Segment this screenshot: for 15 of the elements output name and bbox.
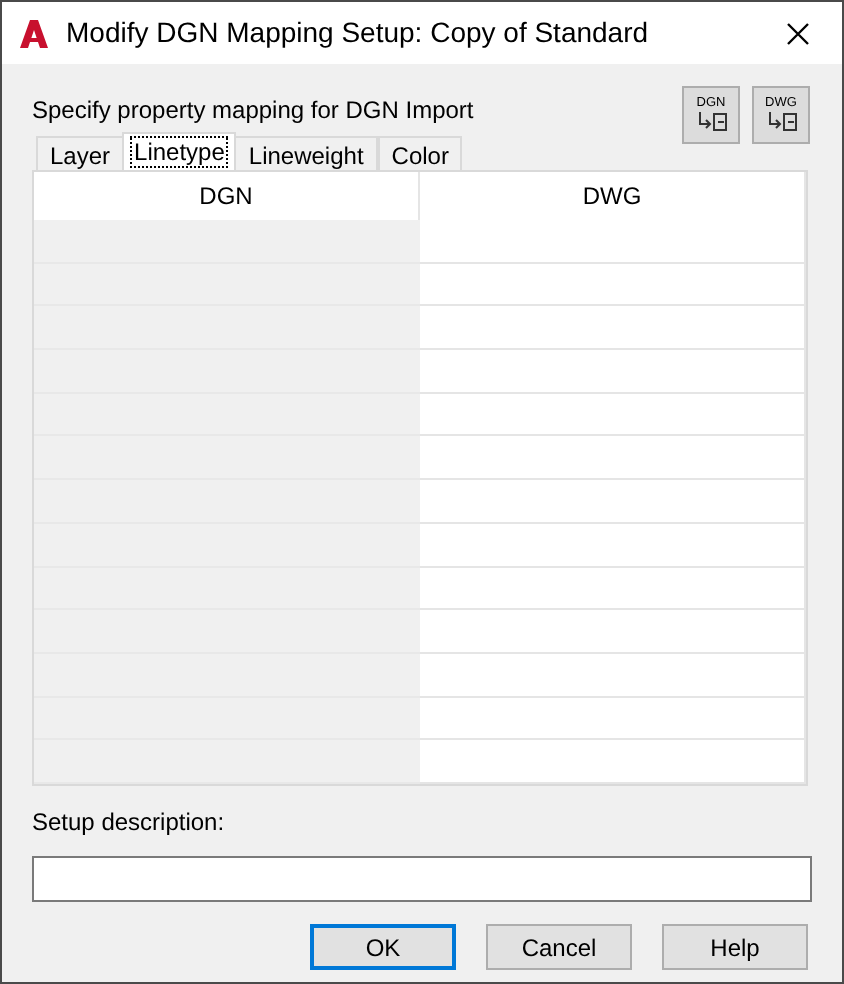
app-logo-icon xyxy=(18,17,50,49)
tab[interactable]: Linetype xyxy=(122,132,237,170)
tab[interactable]: Lineweight xyxy=(234,136,378,170)
instruction-text: Specify property mapping for DGN Import xyxy=(32,94,474,128)
description-field[interactable] xyxy=(32,856,812,902)
import-icon xyxy=(763,111,799,132)
close-icon[interactable] xyxy=(786,21,810,45)
field-label: Setup description: xyxy=(32,806,227,840)
tab[interactable]: Color xyxy=(377,136,463,170)
window-title: Modify DGN Mapping Setup: Copy of Standard xyxy=(66,14,651,52)
tab[interactable]: Layer xyxy=(36,136,125,170)
import-icon xyxy=(693,111,729,132)
dialog-button[interactable]: Help xyxy=(662,924,808,970)
dialog-button[interactable]: OK xyxy=(310,924,456,970)
dialog-button[interactable]: Cancel xyxy=(486,924,632,970)
